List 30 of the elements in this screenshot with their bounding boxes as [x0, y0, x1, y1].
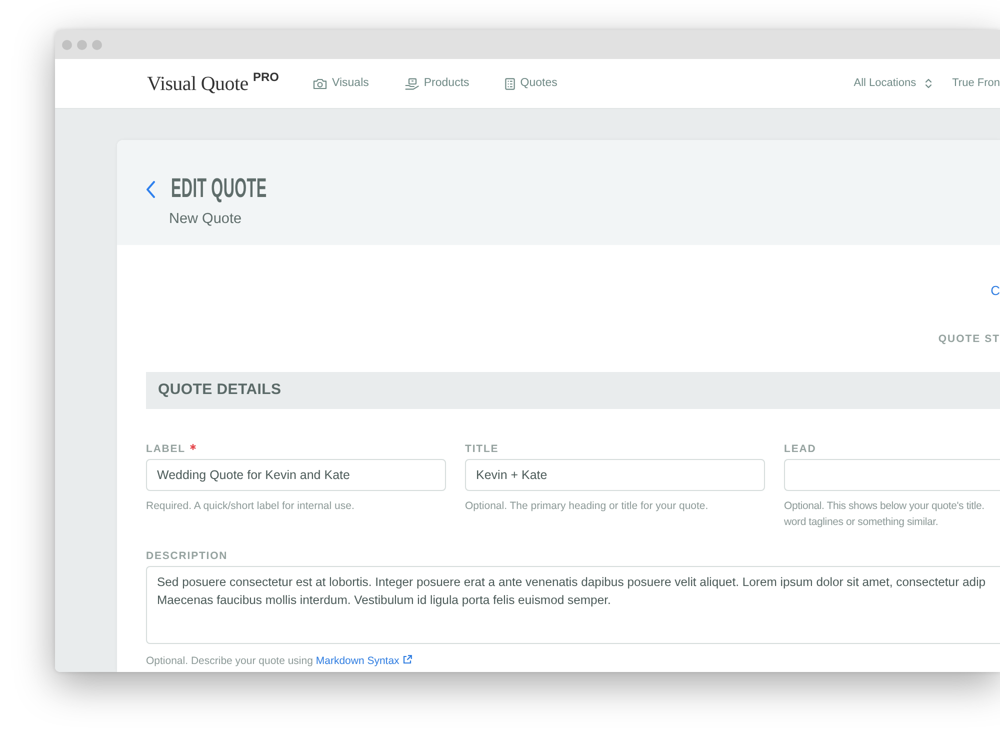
nav-link[interactable]: Products: [404, 74, 470, 92]
account-menu[interactable]: True Fron: [952, 75, 1000, 92]
help-text: Optional. Describe your quote using Markdown Syntax: [146, 653, 1000, 669]
text-input-field[interactable]: Kevin + Kate: [465, 459, 765, 491]
document-list-icon: [505, 78, 516, 90]
help-text: Required. A quick/short label for internal use.: [146, 499, 356, 514]
up-down-chevron-icon: [925, 78, 932, 89]
camera-icon: [313, 78, 328, 90]
field-label: LABEL: [146, 442, 186, 456]
page-subtitle: New Quote: [169, 210, 243, 228]
action-link[interactable]: C: [990, 283, 1000, 298]
field-label: DESCRIPTION: [146, 549, 228, 563]
app-logo[interactable]: Visual Quote $^{PRO}$: [147, 68, 280, 98]
help-text: Optional. The primary heading or title for your quote.: [465, 499, 710, 514]
description-field[interactable]: Sed posuere consectetur est at lobortis. Integer posuere erat a ante venenatis dapibus posuere velit aliquet. Lorem ipsum dolor sit amet, consectetur adip Maecenas faucibus mollis interdum. Vestibulum id ligula porta felis euismod semper.: [146, 566, 1000, 644]
page-title: EDIT QUOTE: [171, 175, 267, 202]
location-select[interactable]: All Locations: [854, 75, 932, 92]
help-text: Optional. This shows below your quote's title. word taglines or something similar.: [784, 499, 986, 530]
back-chevron-icon[interactable]: [146, 181, 156, 198]
hand-box-icon: [404, 78, 419, 90]
text-input-field[interactable]: [784, 459, 1000, 491]
markdown-syntax-link[interactable]: Markdown Syntax: [316, 655, 412, 667]
nav-link[interactable]: Visuals: [313, 74, 369, 92]
status-label: QUOTE ST: [938, 332, 1000, 346]
text-input-field[interactable]: Wedding Quote for Kevin and Kate: [146, 459, 446, 491]
nav-link[interactable]: Quotes: [505, 74, 558, 92]
section-header: QUOTE DETAILS: [146, 372, 1000, 409]
external-link-icon: [403, 655, 412, 664]
field-label: LEAD: [784, 442, 816, 456]
field-label: TITLE: [465, 442, 499, 456]
